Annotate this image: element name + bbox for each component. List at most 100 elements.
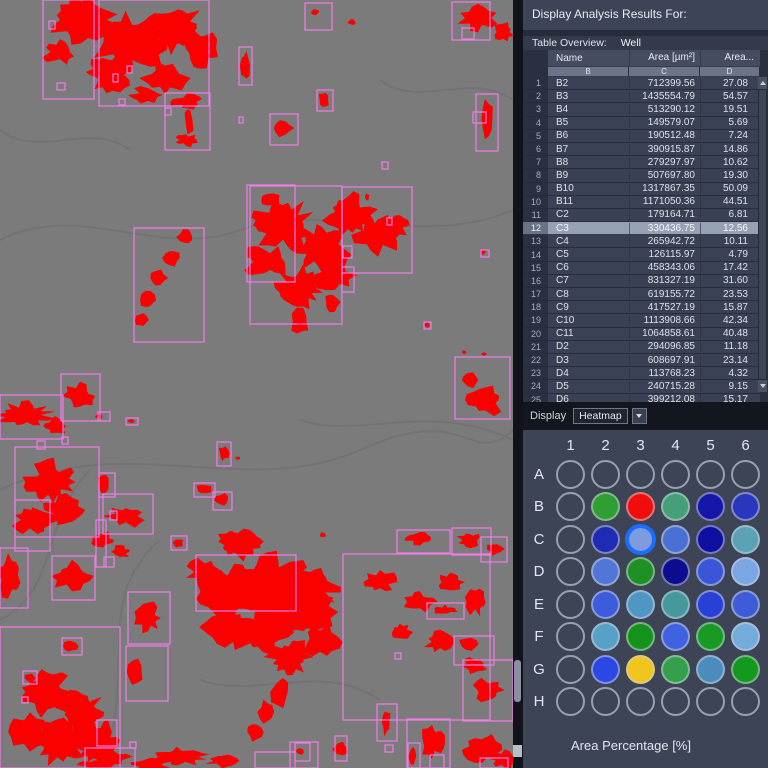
well-B1[interactable]: [556, 492, 585, 522]
dropdown-arrow-button[interactable]: [631, 408, 647, 424]
well-D3[interactable]: [626, 557, 655, 587]
well-C3[interactable]: [625, 523, 656, 555]
well-E4[interactable]: [661, 589, 690, 619]
table-cell: 23.14: [700, 354, 760, 366]
well-C4[interactable]: [661, 524, 690, 554]
table-row[interactable]: 13 C4 265942.72 10.11: [523, 235, 760, 249]
well-D1[interactable]: [556, 557, 585, 587]
well-E3[interactable]: [626, 589, 655, 619]
well-C6[interactable]: [731, 524, 760, 554]
well-G1[interactable]: [556, 654, 585, 684]
well-H3[interactable]: [626, 687, 655, 717]
table-cell: C5: [556, 249, 569, 261]
table-row[interactable]: 10 B11 1171050.36 44.51: [523, 195, 760, 209]
well-A1[interactable]: [556, 459, 585, 489]
well-D2[interactable]: [591, 557, 620, 587]
table-row[interactable]: 3 B4 513290.12 19.51: [523, 103, 760, 117]
table-row[interactable]: 11 C2 179164.71 6.81: [523, 208, 760, 223]
table-row[interactable]: 12 C3 330436.75 12.56: [523, 222, 760, 236]
tab-well[interactable]: Well: [621, 36, 641, 50]
well-H5[interactable]: [696, 687, 725, 717]
image-scrollbar-corner[interactable]: [513, 745, 522, 757]
well-C1[interactable]: [556, 524, 585, 554]
table-row[interactable]: 4 B5 149579.07 5.69: [523, 116, 760, 130]
table-scrollbar[interactable]: [758, 77, 767, 392]
table-row[interactable]: 6 B7 390915.87 14.86: [523, 142, 760, 157]
well-H4[interactable]: [661, 687, 690, 717]
column-letter-c[interactable]: C: [629, 67, 700, 76]
well-E2[interactable]: [591, 589, 620, 619]
table-row[interactable]: 2 B3 1435554.79 54.57: [523, 90, 760, 104]
table-row[interactable]: 1 B2 712399.56 27.08: [523, 77, 760, 91]
well-E5[interactable]: [696, 589, 725, 619]
well-H6[interactable]: [731, 687, 760, 717]
scroll-down-button[interactable]: [758, 380, 767, 392]
microscopy-image-view[interactable]: [0, 0, 513, 768]
well-H2[interactable]: [591, 687, 620, 717]
well-D6[interactable]: [731, 557, 760, 587]
row-number: 25: [530, 394, 541, 402]
well-C5[interactable]: [696, 524, 725, 554]
column-header-name[interactable]: Name: [548, 53, 629, 64]
well-F4[interactable]: [661, 622, 690, 652]
well-B6[interactable]: [731, 492, 760, 522]
row-number: 11: [531, 209, 541, 220]
table-cell: 10.11: [700, 235, 760, 247]
well-F3[interactable]: [626, 622, 655, 652]
table-row[interactable]: 8 B9 507697.80 19.30: [523, 169, 760, 183]
column-letter-d[interactable]: D: [700, 67, 760, 76]
image-scrollbar-thumb[interactable]: [514, 660, 521, 702]
table-row[interactable]: 17 C8 619155.72 23.53: [523, 288, 760, 302]
well-A5[interactable]: [696, 459, 725, 489]
table-row[interactable]: 21 D2 294096.85 11.18: [523, 340, 760, 354]
table-cell: D6: [556, 394, 569, 402]
well-cell: [693, 621, 728, 654]
display-mode-dropdown[interactable]: Heatmap: [573, 408, 628, 424]
well-G4[interactable]: [661, 654, 690, 684]
well-cell: [623, 621, 658, 654]
table-row[interactable]: 25 D6 399212.08 15.17: [523, 393, 760, 402]
table-row[interactable]: 5 B6 190512.48 7.24: [523, 129, 760, 143]
well-G5[interactable]: [696, 654, 725, 684]
well-G3[interactable]: [626, 654, 655, 684]
well-B4[interactable]: [661, 492, 690, 522]
well-E1[interactable]: [556, 589, 585, 619]
column-header-area[interactable]: Area [µm²]: [629, 50, 700, 66]
well-F6[interactable]: [731, 622, 760, 652]
well-A4[interactable]: [661, 459, 690, 489]
well-C2[interactable]: [591, 524, 620, 554]
plate-corner: [525, 432, 553, 458]
well-cell: [728, 686, 763, 719]
table-row[interactable]: 16 C7 831327.19 31.60: [523, 274, 760, 288]
table-row[interactable]: 7 B8 279297.97 10.62: [523, 156, 760, 170]
column-header-area-percent[interactable]: Area...: [700, 50, 760, 66]
well-A2[interactable]: [591, 459, 620, 489]
table-row[interactable]: 14 C5 126115.97 4.79: [523, 248, 760, 262]
table-row[interactable]: 9 B10 1317867.35 50.09: [523, 182, 760, 196]
column-letter-b[interactable]: B: [548, 67, 629, 76]
well-E6[interactable]: [731, 589, 760, 619]
well-B3[interactable]: [626, 492, 655, 522]
table-row[interactable]: 15 C6 458343.06 17.42: [523, 261, 760, 275]
well-D4[interactable]: [661, 557, 690, 587]
table-row[interactable]: 23 D4 113768.23 4.32: [523, 367, 760, 381]
table-row[interactable]: 22 D3 608697.91 23.14: [523, 353, 760, 368]
well-F1[interactable]: [556, 622, 585, 652]
scrollbar-thumb[interactable]: [759, 90, 766, 379]
scroll-up-button[interactable]: [758, 77, 767, 89]
well-A3[interactable]: [626, 459, 655, 489]
table-row[interactable]: 24 D5 240715.28 9.15: [523, 380, 760, 394]
table-row[interactable]: 19 C10 1113908.66 42.34: [523, 314, 760, 328]
well-A6[interactable]: [731, 459, 760, 489]
well-G6[interactable]: [731, 654, 760, 684]
table-row[interactable]: 20 C11 1064858.61 40.48: [523, 327, 760, 341]
well-D5[interactable]: [696, 557, 725, 587]
well-F5[interactable]: [696, 622, 725, 652]
well-B2[interactable]: [591, 492, 620, 522]
table-cell: 4.79: [700, 249, 760, 261]
well-G2[interactable]: [591, 654, 620, 684]
well-F2[interactable]: [591, 622, 620, 652]
well-H1[interactable]: [556, 687, 585, 717]
well-B5[interactable]: [696, 492, 725, 522]
table-row[interactable]: 18 C9 417527.19 15.87: [523, 301, 760, 315]
